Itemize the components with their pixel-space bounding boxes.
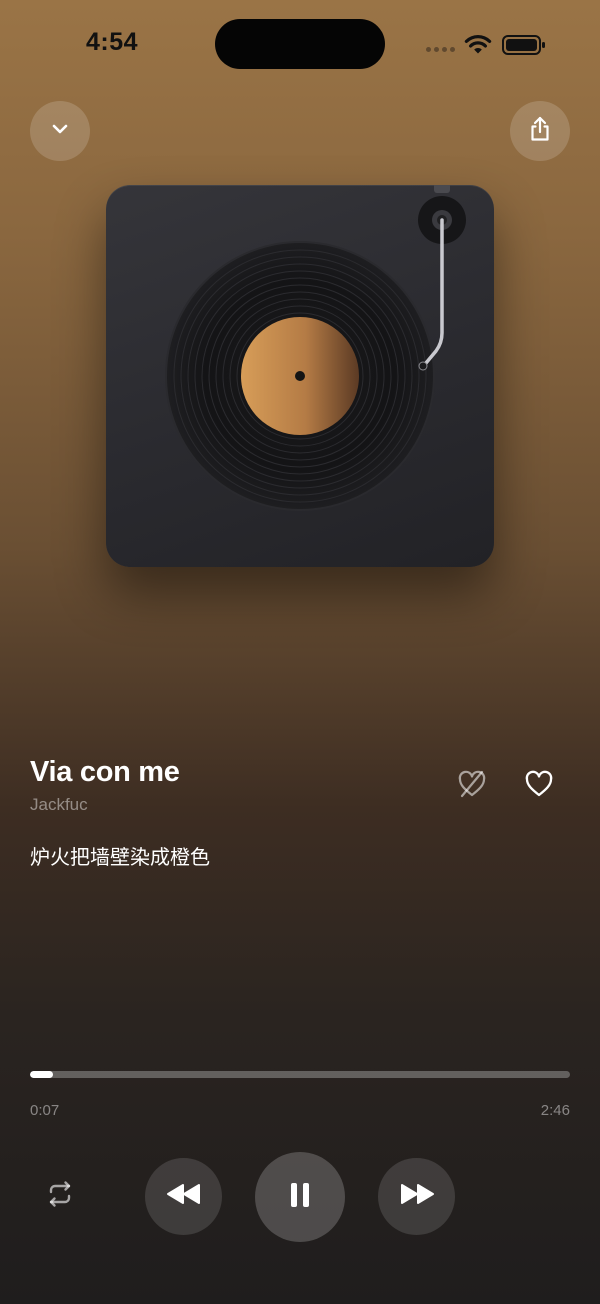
wifi-icon [463, 33, 493, 60]
dynamic-island [215, 19, 385, 69]
playback-progress-slider[interactable] [30, 1071, 570, 1078]
previous-track-button[interactable] [145, 1158, 222, 1235]
pause-button[interactable] [255, 1152, 345, 1242]
turntable-illustration [165, 185, 466, 511]
now-playing-screen: 4:54 Via con me Jackfuc 炉火把墙壁染成橙色 0:07 2… [0, 0, 600, 1304]
battery-icon [502, 34, 546, 61]
cellular-signal-icon [426, 47, 456, 53]
elapsed-time: 0:07 [30, 1102, 60, 1119]
rewind-icon [166, 1183, 202, 1210]
progress-fill [30, 1071, 53, 1078]
heart-icon [522, 767, 556, 806]
collapse-button[interactable] [30, 101, 90, 161]
repeat-button[interactable] [38, 1174, 82, 1218]
dislike-button[interactable] [450, 764, 494, 808]
spindle [295, 371, 305, 381]
heart-slash-icon [455, 767, 489, 806]
share-button[interactable] [510, 101, 570, 161]
album-artwork-turntable [106, 185, 494, 567]
pause-icon [288, 1181, 312, 1214]
track-artist[interactable]: Jackfuc [30, 795, 88, 815]
repeat-icon [43, 1177, 77, 1216]
like-button[interactable] [517, 764, 561, 808]
share-icon [527, 115, 553, 148]
fast-forward-icon [399, 1183, 435, 1210]
total-time: 2:46 [540, 1102, 570, 1119]
next-track-button[interactable] [378, 1158, 455, 1235]
chevron-down-icon [49, 118, 71, 145]
current-lyric-line[interactable]: 炉火把墙壁染成橙色 [30, 841, 210, 870]
status-time: 4:54 [86, 28, 139, 56]
track-title: Via con me [30, 756, 180, 788]
